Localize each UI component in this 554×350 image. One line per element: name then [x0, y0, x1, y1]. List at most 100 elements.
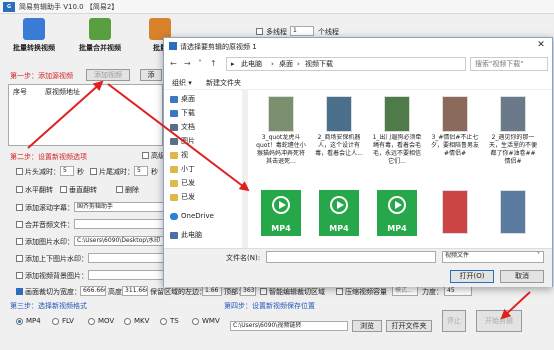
video-thumbnail: [326, 96, 352, 132]
tail-cut-input[interactable]: 5: [134, 166, 148, 176]
folder-icon: [170, 151, 178, 159]
breadcrumb-desktop[interactable]: 桌面: [279, 58, 293, 70]
head-cut-input[interactable]: 5: [60, 166, 74, 176]
sidebar-item-this-pc[interactable]: 此电脑: [170, 230, 202, 240]
save-path-input[interactable]: C:\Users\6090\视频链转: [230, 321, 348, 331]
merge-audio-checkbox[interactable]: [16, 221, 23, 228]
back-icon[interactable]: ←: [170, 59, 177, 68]
smart-blur-checkbox[interactable]: [260, 288, 267, 295]
pic-wm-input[interactable]: C:\Users\6090\Desktop\水印: [74, 236, 164, 246]
format-radio-mov[interactable]: [88, 318, 95, 325]
tail-cut-label: 片尾减时：: [99, 168, 134, 176]
top-input[interactable]: 363: [240, 286, 256, 296]
sidebar-item-downloads[interactable]: 下载: [170, 108, 195, 118]
text-wm-input[interactable]: 国齐剪辑助手: [74, 202, 164, 212]
video-thumbnail: [442, 96, 468, 132]
format-radio-mkv[interactable]: [124, 318, 131, 325]
mode-select[interactable]: 模式...: [392, 286, 418, 296]
close-icon[interactable]: ✕: [534, 40, 548, 52]
open-folder-button[interactable]: 打开文件夹: [386, 320, 432, 332]
app-logo-icon: G: [3, 2, 15, 12]
thread-count-input[interactable]: 1: [290, 26, 314, 36]
search-input[interactable]: 搜索"视频下载": [470, 57, 548, 71]
convert-icon: [23, 18, 45, 40]
browse-button[interactable]: 浏览: [352, 320, 382, 332]
sidebar-item-onedrive[interactable]: OneDrive: [170, 212, 214, 220]
edge-wm-input[interactable]: [88, 253, 164, 263]
address-bar[interactable]: ▸ 此电脑 › 桌面 › 视频下载: [226, 57, 466, 71]
multi-thread-checkbox[interactable]: [256, 28, 263, 35]
text-wm-checkbox[interactable]: [16, 204, 23, 211]
add-button-2[interactable]: 添: [140, 69, 162, 81]
file-item[interactable]: 2_遇见你的那一天，生活里的不便都了你#油卷##情侣#: [488, 96, 538, 174]
tail-cut-checkbox[interactable]: [90, 168, 97, 175]
sidebar-item-desktop[interactable]: 桌面: [170, 94, 195, 104]
filename-input[interactable]: [266, 251, 436, 263]
chevron-down-icon[interactable]: ˅: [198, 59, 202, 68]
step1-title: 第一步：添加源视频: [10, 72, 73, 80]
sidebar-item-folder-4[interactable]: 已发: [170, 192, 195, 202]
format-radio-flv[interactable]: [52, 318, 59, 325]
mp4-file-icon: MP4: [319, 190, 359, 236]
merge-audio-input[interactable]: [74, 219, 164, 229]
remove-checkbox[interactable]: [116, 186, 123, 193]
video-thumbnail: [442, 190, 468, 234]
sidebar-scrollbar[interactable]: [242, 90, 248, 248]
file-item-mp4[interactable]: MP4: [314, 190, 364, 236]
format-radio-mp4[interactable]: [16, 318, 23, 325]
file-item-mp4[interactable]: MP4: [256, 190, 306, 236]
filetype-select[interactable]: 视频文件 ˅: [442, 251, 544, 263]
head-cut-label: 片头减时：: [25, 168, 60, 176]
flip-v-checkbox[interactable]: [60, 186, 67, 193]
batch-convert-button[interactable]: 批量转换视频: [6, 18, 62, 53]
organize-menu[interactable]: 组织 ▾: [172, 78, 192, 88]
file-item[interactable]: 3_#情侣#不止七夕，要相陪鲁男友#情侣#: [430, 96, 480, 174]
new-folder-button[interactable]: 新建文件夹: [206, 78, 241, 88]
bg-image-input[interactable]: [88, 270, 164, 280]
flip-h-checkbox[interactable]: [16, 186, 23, 193]
cancel-button[interactable]: 取消: [500, 270, 544, 283]
crop-label: 画面裁切为宽度：: [25, 288, 81, 296]
crop-checkbox[interactable]: [16, 288, 23, 295]
sidebar-item-folder-2[interactable]: 小丁: [170, 164, 195, 174]
compress-checkbox[interactable]: [336, 288, 343, 295]
breadcrumb-this-pc[interactable]: 此电脑: [241, 58, 262, 70]
advanced-checkbox[interactable]: [142, 152, 149, 159]
multi-thread-label: 多线程: [266, 28, 287, 36]
up-icon[interactable]: ↑: [210, 59, 217, 68]
forward-icon[interactable]: →: [184, 59, 191, 68]
sidebar-item-folder-1[interactable]: 视: [170, 150, 188, 160]
start-button[interactable]: 开始剪辑: [476, 310, 522, 332]
breadcrumb-downloads[interactable]: 视频下载: [305, 58, 333, 70]
file-item-mp4[interactable]: MP4: [372, 190, 422, 236]
file-item[interactable]: 2_商场安保机器人，这个设计有毒，看着会让人...: [314, 96, 364, 174]
stop-button[interactable]: 停止: [442, 310, 466, 332]
step4-title: 第四步：设置新视频保存位置: [224, 302, 315, 310]
file-item[interactable]: [488, 190, 538, 236]
pic-wm-checkbox[interactable]: [16, 238, 23, 245]
force-input[interactable]: 45: [444, 286, 472, 296]
file-open-dialog: 请选择要剪辑的原视频 1 ✕ ← → ˅ ↑ ▸ 此电脑 › 桌面 › 视频下载…: [163, 37, 553, 287]
file-item[interactable]: 1_出门遛狗必须牵绳有毒，看着会毛毛，永远不要相信它们...: [372, 96, 422, 174]
video-list-table[interactable]: 序号 原视频地址: [8, 84, 163, 146]
sidebar-item-documents[interactable]: 文档: [170, 122, 195, 132]
file-item[interactable]: [430, 190, 480, 236]
format-radio-wmv[interactable]: [192, 318, 199, 325]
format-radio-ts[interactable]: [160, 318, 167, 325]
sidebar-item-folder-3[interactable]: 已发: [170, 178, 195, 188]
batch-merge-button[interactable]: 批量合并视频: [72, 18, 128, 53]
filename-label: 文件名(N):: [226, 254, 261, 262]
file-item[interactable]: 3_quot龙虎斗quot！毒蛇缠住小猴猫妈妈冲弄死将其击退死...: [256, 96, 306, 174]
crop-height-input[interactable]: 311.666: [122, 286, 148, 296]
col-header-index: 序号: [13, 88, 27, 96]
edge-wm-checkbox[interactable]: [16, 255, 23, 262]
force-label: 力度：: [422, 288, 443, 296]
step2-title: 第二步：设置新视频选项: [10, 153, 87, 161]
bg-image-checkbox[interactable]: [16, 272, 23, 279]
add-video-button[interactable]: 添加视频: [86, 69, 130, 81]
sidebar-item-pictures[interactable]: 图片: [170, 136, 195, 146]
head-cut-checkbox[interactable]: [16, 168, 23, 175]
open-button[interactable]: 打开(O): [450, 270, 494, 283]
keep-left-input[interactable]: 1.66: [202, 286, 222, 296]
crop-width-input[interactable]: 666.666: [80, 286, 106, 296]
